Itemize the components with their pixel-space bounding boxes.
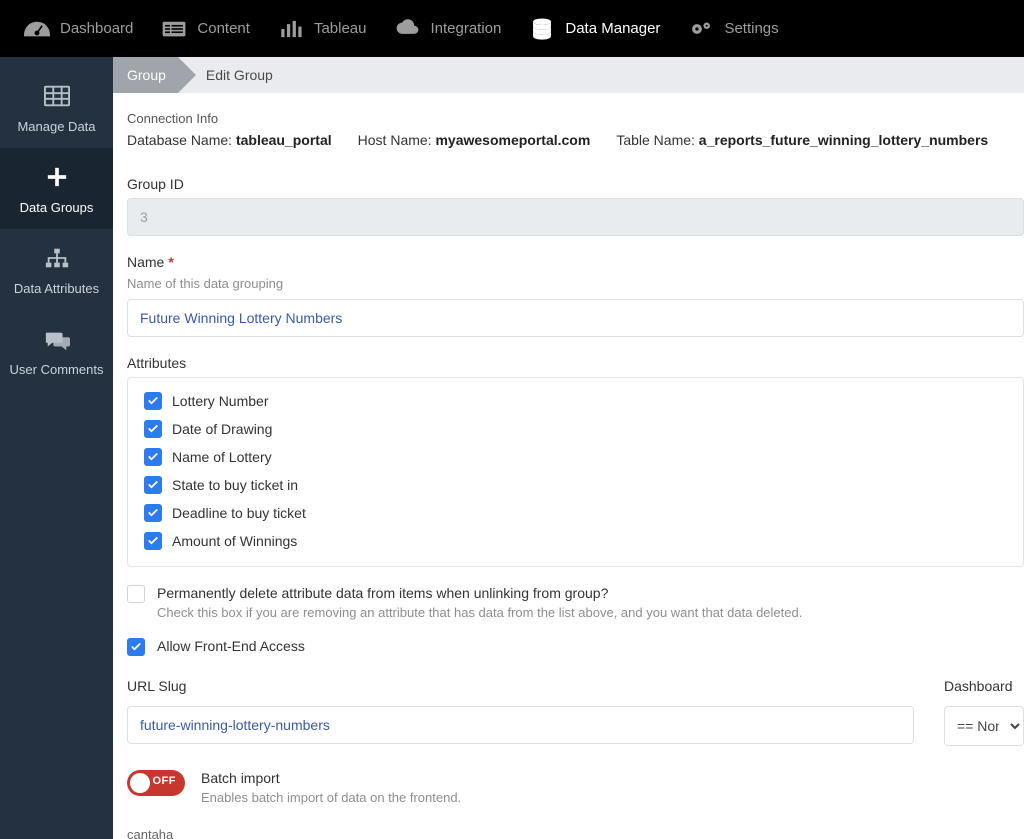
host-name-value: myawesomeportal.com — [435, 132, 590, 148]
attribute-checkbox[interactable] — [144, 504, 162, 522]
nav-label: Settings — [724, 20, 778, 37]
connection-info-heading: Connection Info — [127, 111, 1024, 126]
bottom-partial-text: cantaha — [127, 827, 1024, 839]
url-slug-label: URL Slug — [127, 678, 914, 694]
perm-delete-checkbox[interactable] — [127, 585, 145, 603]
sidebar: Manage Data Data Groups Data Attributes Use… — [0, 57, 113, 839]
nav-label: Data Manager — [565, 20, 660, 37]
table-name-label: Table Name: — [616, 132, 695, 148]
group-id-label: Group ID — [127, 176, 1024, 192]
perm-delete-title: Permanently delete attribute data from i… — [157, 585, 802, 601]
nav-label: Integration — [430, 20, 501, 37]
plus-icon — [44, 166, 70, 192]
db-name-label: Database Name: — [127, 132, 232, 148]
breadcrumb: Group Edit Group — [113, 57, 1024, 93]
nav-integration[interactable]: Integration — [380, 0, 515, 57]
sidebar-item-label: Data Groups — [20, 200, 94, 216]
attribute-label: Date of Drawing — [172, 421, 272, 437]
name-input[interactable] — [127, 299, 1024, 337]
attributes-label: Attributes — [127, 355, 1024, 371]
nav-tableau[interactable]: Tableau — [264, 0, 381, 57]
db-name-value: tableau_portal — [236, 132, 332, 148]
cloud-icon — [394, 16, 420, 42]
name-label-text: Name — [127, 254, 164, 270]
attribute-row: Lottery Number — [144, 392, 1007, 410]
table-name: Table Name: a_reports_future_winning_lot… — [616, 132, 988, 148]
nav-settings[interactable]: Settings — [674, 0, 792, 57]
front-access-label: Allow Front-End Access — [157, 638, 305, 654]
attribute-row: Deadline to buy ticket — [144, 504, 1007, 522]
attribute-row: Amount of Winnings — [144, 532, 1007, 550]
sidebar-item-manage-data[interactable]: Manage Data — [0, 67, 113, 148]
perm-delete-sub: Check this box if you are removing an at… — [157, 605, 802, 620]
sidebar-item-label: Data Attributes — [14, 281, 99, 297]
nav-dashboard[interactable]: Dashboard — [10, 0, 147, 57]
nav-data-manager[interactable]: Data Manager — [515, 0, 674, 57]
dashboard-label: Dashboard — [944, 678, 1024, 694]
top-nav: Dashboard Content Tableau Integration Data M… — [0, 0, 1024, 57]
connection-info: Database Name: tableau_portal Host Name:… — [127, 132, 1024, 158]
nav-label: Content — [197, 20, 250, 37]
content-area: Group Edit Group Connection Info Databas… — [113, 57, 1024, 839]
sidebar-item-data-groups[interactable]: Data Groups — [0, 148, 113, 229]
attribute-checkbox[interactable] — [144, 420, 162, 438]
nav-label: Tableau — [314, 20, 367, 37]
attribute-label: State to buy ticket in — [172, 477, 298, 493]
attribute-label: Amount of Winnings — [172, 533, 297, 549]
sidebar-item-user-comments[interactable]: User Comments — [0, 311, 113, 392]
attribute-checkbox[interactable] — [144, 392, 162, 410]
attribute-row: State to buy ticket in — [144, 476, 1007, 494]
name-label: Name * — [127, 254, 1024, 270]
host-name: Host Name: myawesomeportal.com — [358, 132, 591, 148]
database-icon — [529, 16, 555, 42]
sitemap-icon — [44, 247, 70, 273]
batch-import-title: Batch import — [201, 770, 461, 786]
attribute-checkbox[interactable] — [144, 448, 162, 466]
attribute-checkbox[interactable] — [144, 476, 162, 494]
attribute-label: Name of Lottery — [172, 449, 272, 465]
sidebar-item-label: Manage Data — [17, 119, 95, 135]
attribute-label: Lottery Number — [172, 393, 268, 409]
attributes-panel: Lottery Number Date of Drawing Name of L… — [127, 377, 1024, 567]
attribute-row: Name of Lottery — [144, 448, 1007, 466]
dashboard-select[interactable]: == None — [944, 706, 1024, 746]
gauge-icon — [24, 16, 50, 42]
attribute-checkbox[interactable] — [144, 532, 162, 550]
sidebar-item-data-attributes[interactable]: Data Attributes — [0, 229, 113, 310]
sidebar-item-label: User Comments — [10, 362, 104, 378]
gears-icon — [688, 16, 714, 42]
front-access-checkbox[interactable] — [127, 638, 145, 656]
breadcrumb-group[interactable]: Group — [113, 57, 178, 93]
nav-label: Dashboard — [60, 20, 133, 37]
url-slug-input[interactable] — [127, 706, 914, 744]
attribute-label: Deadline to buy ticket — [172, 505, 306, 521]
comments-icon — [44, 329, 70, 355]
host-name-label: Host Name: — [358, 132, 432, 148]
nav-content[interactable]: Content — [147, 0, 264, 57]
perm-delete-row: Permanently delete attribute data from i… — [127, 585, 1024, 620]
batch-import-toggle-text: OFF — [153, 775, 177, 787]
name-hint: Name of this data grouping — [127, 276, 1024, 291]
list-icon — [161, 16, 187, 42]
table-icon — [44, 85, 70, 111]
required-mark: * — [168, 254, 173, 270]
db-name: Database Name: tableau_portal — [127, 132, 332, 148]
group-id-input — [127, 198, 1024, 236]
table-name-value: a_reports_future_winning_lottery_numbers — [699, 132, 988, 148]
bars-icon — [278, 16, 304, 42]
batch-import-toggle[interactable]: OFF — [127, 770, 185, 796]
attribute-row: Date of Drawing — [144, 420, 1007, 438]
batch-import-sub: Enables batch import of data on the fron… — [201, 790, 461, 805]
